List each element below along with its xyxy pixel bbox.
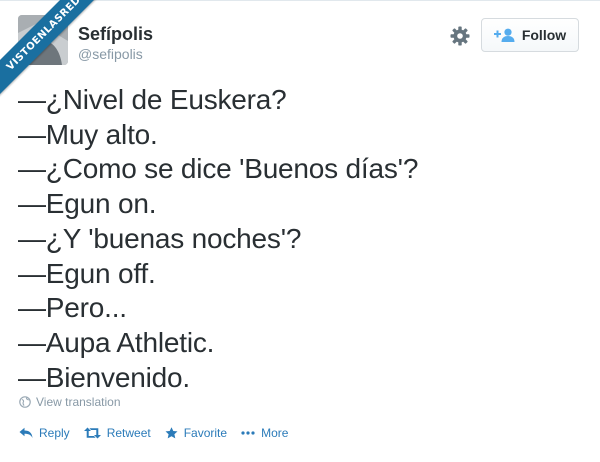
favorite-button[interactable]: Favorite — [165, 426, 227, 440]
tweet-line: —¿Como se dice 'Buenos días'? — [18, 153, 419, 185]
retweet-label: Retweet — [106, 426, 151, 440]
reply-label: Reply — [39, 426, 70, 440]
tweet-line: —Egun off. — [18, 257, 156, 289]
reply-button[interactable]: Reply — [19, 426, 70, 440]
gear-icon[interactable] — [449, 25, 471, 47]
tweet-line: —Muy alto. — [18, 118, 158, 150]
tweet-text: —¿Nivel de Euskera? —Muy alto. —¿Como se… — [18, 83, 578, 395]
view-translation-label: View translation — [36, 395, 121, 409]
tweet-line: —Egun on. — [18, 188, 157, 220]
tweet-line: —¿Y 'buenas noches'? — [18, 222, 302, 254]
username-handle[interactable]: @sefipolis — [78, 46, 143, 62]
display-name[interactable]: Sefípolis — [78, 24, 153, 45]
follow-button[interactable]: Follow — [481, 18, 579, 52]
tweet-line: —Pero... — [18, 292, 127, 324]
more-button[interactable]: More — [241, 426, 288, 440]
reply-icon — [19, 427, 33, 438]
retweet-icon — [83, 427, 101, 439]
globe-icon — [19, 396, 31, 408]
more-label: More — [261, 426, 289, 440]
tweet-line: —¿Nivel de Euskera? — [18, 84, 287, 115]
view-translation-link[interactable]: View translation — [19, 395, 121, 409]
avatar[interactable] — [18, 15, 68, 65]
tweet-card: Sefípolis @sefipolis Follow —¿Nivel de E… — [0, 0, 600, 462]
retweet-button[interactable]: Retweet — [83, 426, 151, 440]
tweet-line: —Aupa Athletic. — [18, 326, 215, 358]
follow-label: Follow — [521, 27, 567, 43]
more-dots-icon — [241, 431, 255, 435]
tweet-line: —Bienvenido. — [18, 361, 190, 393]
favorite-label: Favorite — [183, 426, 228, 440]
follow-person-plus-icon — [493, 28, 515, 42]
tweet-actions: Reply Retweet Favorite More — [19, 425, 302, 441]
favorite-star-icon — [165, 427, 178, 439]
